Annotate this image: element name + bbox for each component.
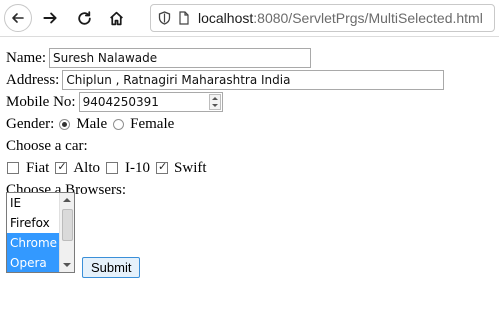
registration-form: Name: Suresh Nalawade Address: Chiplun ,… [6, 47, 496, 278]
url-path: :8080/ServletPrgs/MultiSelected.html [253, 10, 483, 26]
male-radio[interactable] [59, 118, 71, 130]
listbox-item-chrome[interactable]: Chrome [7, 233, 62, 253]
car-option-alto[interactable]: Alto [55, 160, 100, 177]
scroll-down-icon[interactable] [60, 258, 74, 272]
i10-label: I-10 [125, 159, 151, 176]
forward-icon [43, 12, 57, 24]
car-option-i10[interactable]: I-10 [106, 160, 150, 177]
address-input[interactable]: Chiplun , Ratnagiri Maharashtra India [62, 70, 445, 90]
reload-icon [77, 10, 91, 25]
car-option-swift[interactable]: Swift [156, 160, 207, 177]
swift-checkbox[interactable] [156, 160, 169, 174]
car-options-row: Fiat Alto I-10 Swift [6, 157, 496, 179]
female-radio[interactable] [113, 118, 125, 130]
mobile-value: 9404250391 [82, 95, 159, 109]
gender-option-male[interactable]: Male [59, 116, 107, 133]
mobile-row: Mobile No: 9404250391 [6, 91, 496, 113]
listbox-item-ie[interactable]: IE [7, 193, 62, 213]
gender-option-female[interactable]: Female [113, 116, 174, 133]
submit-button[interactable]: Submit [82, 257, 141, 278]
browser-heading-row: Choose a Browsers: [6, 179, 496, 201]
address-label: Address: [6, 72, 60, 88]
swift-label: Swift [174, 159, 207, 176]
reload-button[interactable] [70, 4, 98, 32]
address-row: Address: Chiplun , Ratnagiri Maharashtra… [6, 69, 496, 91]
shield-icon[interactable] [158, 11, 171, 25]
mobile-label: Mobile No: [6, 94, 76, 110]
listbox-item-firefox[interactable]: Firefox [7, 213, 62, 233]
number-spinner[interactable] [208, 94, 221, 110]
url-host: localhost [198, 10, 254, 26]
alto-checkbox[interactable] [55, 160, 68, 174]
back-icon [12, 13, 24, 23]
home-icon [109, 11, 123, 25]
home-button[interactable] [102, 4, 130, 32]
page-icon[interactable] [178, 11, 190, 25]
forward-button[interactable] [36, 4, 64, 32]
car-heading-row: Choose a car: [6, 135, 496, 157]
alto-label: Alto [73, 159, 101, 176]
browser-listbox[interactable]: IE Firefox Chrome Opera [6, 192, 75, 273]
fiat-label: Fiat [26, 159, 50, 176]
browser-toolbar: localhost:8080/ServletPrgs/MultiSelected… [0, 0, 499, 37]
mobile-input[interactable]: 9404250391 [78, 92, 223, 112]
listbox-item-opera[interactable]: Opera [7, 253, 62, 272]
scroll-up-icon[interactable] [60, 193, 74, 207]
gender-label: Gender: [6, 116, 55, 132]
back-button[interactable] [4, 4, 32, 32]
fiat-checkbox[interactable] [7, 162, 19, 174]
car-option-fiat[interactable]: Fiat [7, 160, 49, 177]
name-label: Name: [6, 50, 46, 66]
name-row: Name: Suresh Nalawade [6, 47, 496, 69]
gender-row: Gender: Male Female [6, 113, 496, 135]
i10-checkbox[interactable] [106, 162, 119, 174]
car-label: Choose a car: [6, 138, 88, 154]
spinner-arrows-icon [211, 97, 218, 107]
female-label: Female [130, 115, 175, 132]
address-bar[interactable]: localhost:8080/ServletPrgs/MultiSelected… [150, 4, 495, 32]
scroll-thumb[interactable] [62, 209, 73, 241]
name-input[interactable]: Suresh Nalawade [48, 48, 311, 68]
male-label: Male [76, 115, 108, 132]
listbox-scrollbar[interactable] [59, 193, 74, 272]
